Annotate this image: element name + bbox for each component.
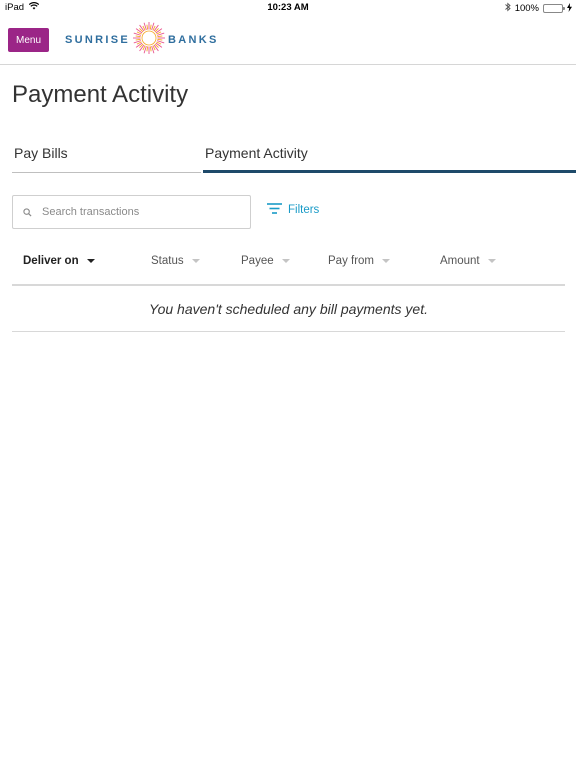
page-title: Payment Activity <box>12 81 189 108</box>
column-deliver-on[interactable]: Deliver on <box>23 255 95 267</box>
column-label: Pay from <box>328 255 375 267</box>
tab-payment-activity[interactable]: Payment Activity <box>203 138 576 173</box>
column-payee[interactable]: Payee <box>241 255 290 267</box>
bluetooth-icon <box>504 2 511 15</box>
sunburst-logo-icon <box>130 21 168 60</box>
search-input[interactable] <box>42 206 222 218</box>
column-amount[interactable]: Amount <box>440 255 496 267</box>
sort-caret-icon <box>382 259 391 263</box>
tab-pay-bills[interactable]: Pay Bills <box>12 138 201 173</box>
logo-word-right: BANKS <box>168 34 219 46</box>
column-status[interactable]: Status <box>151 255 200 267</box>
clock: 10:23 AM <box>267 2 309 13</box>
menu-button[interactable]: Menu <box>8 28 49 52</box>
sunrise-banks-logo[interactable]: SUNRISE BANKS <box>65 21 219 60</box>
charging-icon <box>567 2 572 15</box>
search-box[interactable] <box>12 195 251 229</box>
filters-label: Filters <box>288 204 320 216</box>
sort-caret-icon <box>86 259 95 263</box>
battery-percent: 100% <box>514 3 539 14</box>
column-label: Status <box>151 255 184 267</box>
battery-icon <box>543 4 565 13</box>
app-header: Menu SUNRISE BANKS <box>0 16 576 65</box>
sort-caret-icon <box>191 259 200 263</box>
column-label: Deliver on <box>23 255 79 267</box>
empty-state-message: You haven't scheduled any bill payments … <box>12 287 565 332</box>
filter-icon <box>267 203 282 217</box>
column-label: Payee <box>241 255 274 267</box>
column-pay-from[interactable]: Pay from <box>328 255 391 267</box>
filters-button[interactable]: Filters <box>267 203 319 217</box>
sort-caret-icon <box>487 259 496 263</box>
column-label: Amount <box>440 255 480 267</box>
table-header: Deliver on Status Payee Pay from Amount <box>12 252 565 286</box>
search-icon <box>23 207 32 217</box>
sort-caret-icon <box>281 259 290 263</box>
tab-bar: Pay Bills Payment Activity <box>12 138 576 173</box>
status-bar: iPad 10:23 AM 100% <box>0 0 576 16</box>
logo-word-left: SUNRISE <box>65 34 130 46</box>
